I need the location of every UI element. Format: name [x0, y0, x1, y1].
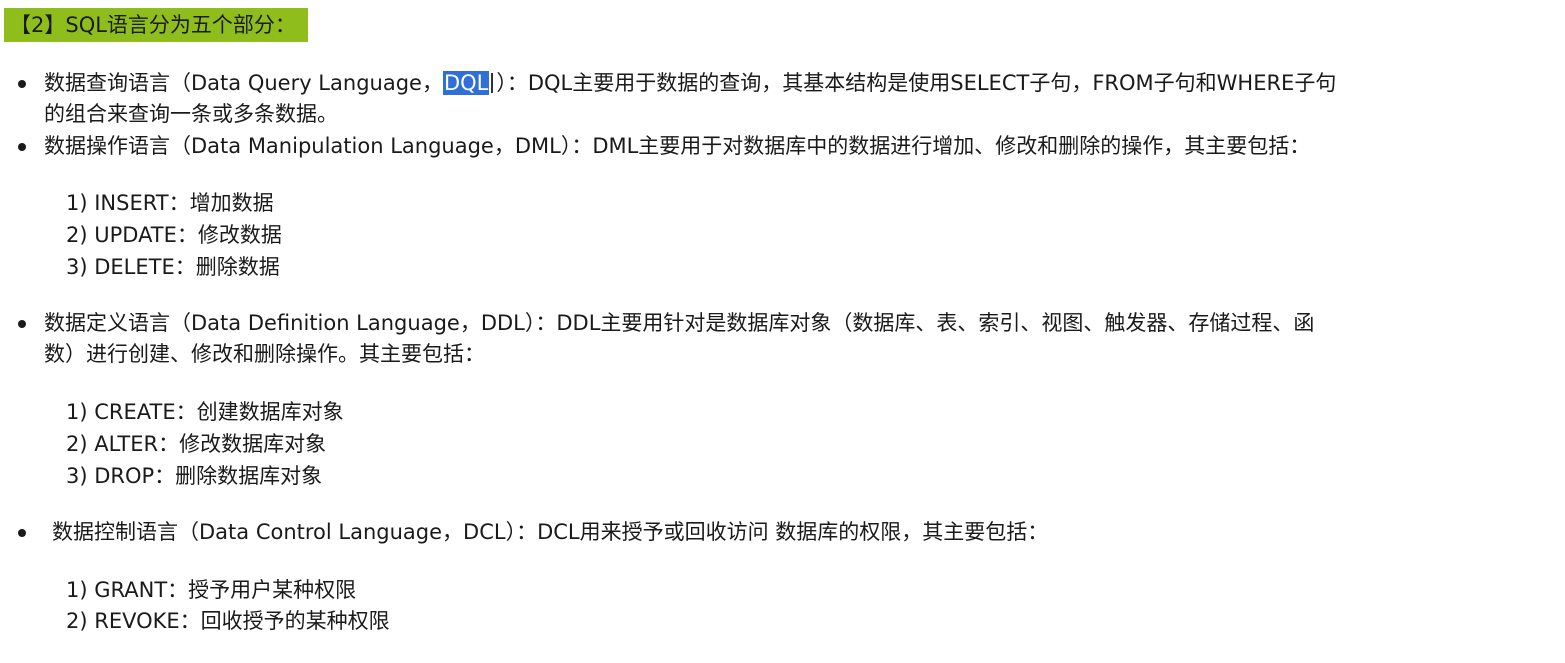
list-item: 1) GRANT：授予用户某种权限 [66, 578, 357, 602]
selected-text-highlight[interactable]: DQL [442, 71, 490, 95]
bullet-dot-icon [18, 529, 26, 537]
list-item: 1) INSERT：增加数据 [66, 191, 274, 215]
list-item: 1) CREATE：创建数据库对象 [66, 400, 344, 424]
dql-line-2: 的组合来查询一条或多条数据。 [44, 102, 338, 126]
bullet-dot-icon [18, 80, 26, 88]
bullet-dot-icon [18, 320, 26, 328]
dql-line-1: 数据查询语言（Data Query Language，DQL ）：DQL主要用于数… [44, 68, 1336, 99]
dcl-line-1: 数据控制语言（Data Control Language，DCL）：DCL用来授… [52, 520, 1049, 544]
ddl-line-2: 数）进行创建、修改和删除操作。其主要包括： [44, 342, 485, 366]
ddl-line-1: 数据定义语言（Data Definition Language，DDL）：DDL… [44, 311, 1315, 335]
list-item: 2) UPDATE：修改数据 [66, 223, 282, 247]
bullet-dml-text[interactable]: 数据操作语言（Data Manipulation Language，DML）：D… [44, 131, 1310, 162]
section-heading: 【2】SQL语言分为五个部分： [4, 8, 308, 42]
bullet-ddl-text[interactable]: 数据定义语言（Data Definition Language，DDL）：DDL… [44, 308, 1314, 370]
list-item: 3) DROP：删除数据库对象 [66, 464, 323, 488]
list-item: 2) ALTER：修改数据库对象 [66, 432, 327, 456]
dql-line-1-post: ）：DQL主要用于数据的查询，其基本结构是使用SELECT子句，FROM子句和W… [496, 71, 1337, 95]
dml-line-1: 数据操作语言（Data Manipulation Language，DML）：D… [44, 134, 1311, 158]
bullet-dcl-text[interactable]: 数据控制语言（Data Control Language，DCL）：DCL用来授… [52, 517, 1048, 548]
dql-line-1-pre: 数据查询语言（Data Query Language， [44, 71, 443, 95]
list-item: 3) DELETE：删除数据 [66, 255, 280, 279]
text-cursor-icon [491, 73, 494, 93]
list-item: 2) REVOKE：回收授予的某种权限 [66, 609, 390, 633]
bullet-dot-icon [18, 143, 26, 151]
bullet-dql-text[interactable]: 数据查询语言（Data Query Language，DQL ）：DQL主要用于数… [44, 68, 1336, 130]
